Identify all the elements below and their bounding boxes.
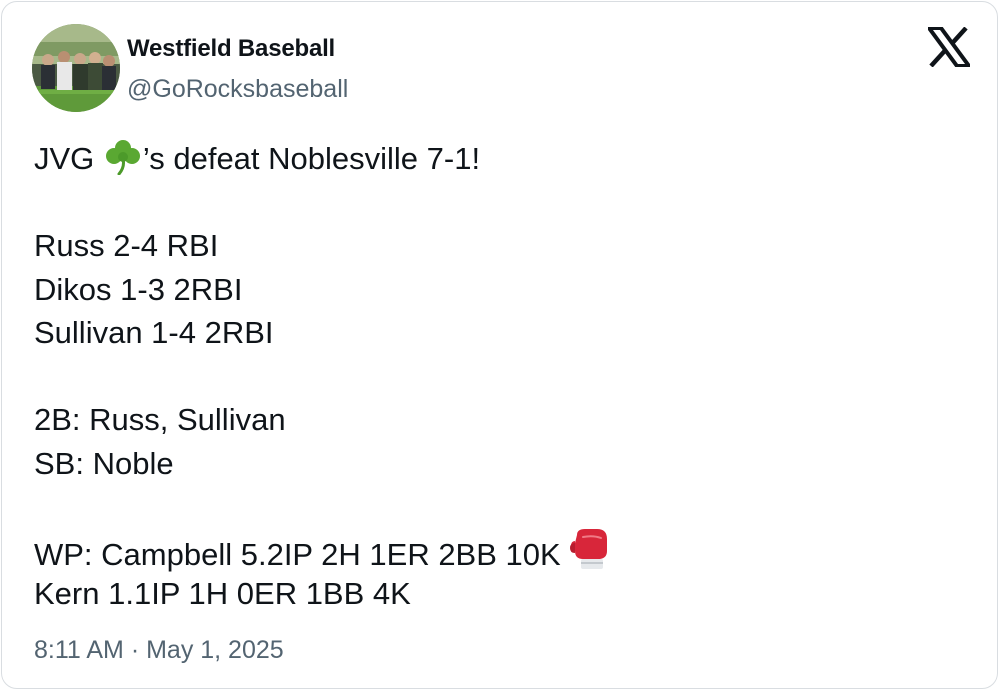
extras-line: 2B: Russ, Sullivan (34, 402, 286, 437)
batting-line: Sullivan 1-4 2RBI (34, 315, 274, 350)
extras-line: SB: Noble (34, 445, 174, 481)
tweet-card: Westfield Baseball @GoRocksbaseball JVG … (1, 1, 998, 689)
pitching-line-text: WP: Campbell 5.2IP 2H 1ER 2BB 10K (34, 536, 570, 572)
tweet-headline: JVG ’s defeat Noblesville 7-1! (34, 137, 954, 181)
x-logo-icon[interactable] (925, 26, 973, 68)
pitching-line: WP: Campbell 5.2IP 2H 1ER 2BB 10K (34, 528, 954, 573)
batting-line: Dikos 1-3 2RBI (34, 271, 243, 307)
author-display-name[interactable]: Westfield Baseball (127, 35, 335, 63)
boxing-glove-emoji (569, 528, 609, 583)
tweet-timestamp[interactable]: 8:11 AM · May 1, 2025 (34, 636, 284, 665)
author-handle[interactable]: @GoRocksbaseball (127, 75, 348, 104)
batting-line: Russ 2-4 RBI (34, 228, 219, 263)
team-photo-avatar (32, 24, 120, 112)
shamrock-emoji (103, 139, 143, 187)
avatar[interactable] (32, 24, 120, 112)
tweet-text: JVG ’s defeat Noblesville 7-1! Russ 2-4 … (34, 137, 954, 616)
headline-suffix: ’s defeat Noblesville 7-1! (142, 141, 481, 176)
pitching-line: Kern 1.1IP 1H 0ER 1BB 4K (34, 576, 411, 611)
headline-prefix: JVG (34, 141, 103, 176)
